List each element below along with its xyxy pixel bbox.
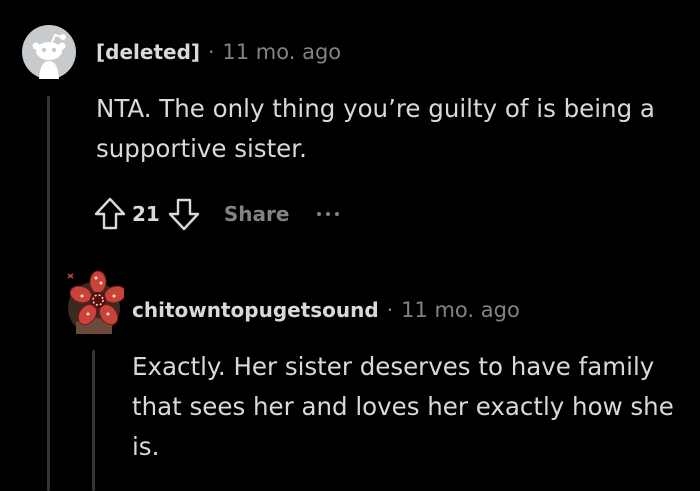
comment-deleted: [deleted] · 11 mo. ago NTA. The only thi… [0,0,700,491]
reply-body: Exactly. Her sister deserves to have fam… [132,352,674,461]
reply-timestamp[interactable]: 11 mo. ago [401,298,520,322]
vote-score: 21 [132,202,160,226]
share-button[interactable]: Share [224,202,290,226]
more-options-icon[interactable] [317,212,340,216]
reddit-snoo-avatar-icon[interactable] [22,25,76,79]
reply-author[interactable]: chitowntopugetsound [132,298,379,322]
comment-timestamp[interactable]: 11 mo. ago [222,40,341,64]
meta-separator: · [208,40,215,64]
reply-meta: chitowntopugetsound · 11 mo. ago [132,298,520,322]
downvote-arrow-icon[interactable] [164,194,204,234]
comment-actions: 21 Share [90,192,340,236]
user-avatar-icon[interactable] [62,268,127,336]
comment-meta: [deleted] · 11 mo. ago [96,40,341,64]
upvote-arrow-icon[interactable] [90,194,130,234]
meta-separator: · [386,298,394,322]
comment-body: NTA. The only thing you’re guilty of is … [96,94,655,163]
comment-author[interactable]: [deleted] [96,40,200,64]
reply-thread-line[interactable] [92,350,95,491]
thread-line[interactable] [47,96,50,491]
